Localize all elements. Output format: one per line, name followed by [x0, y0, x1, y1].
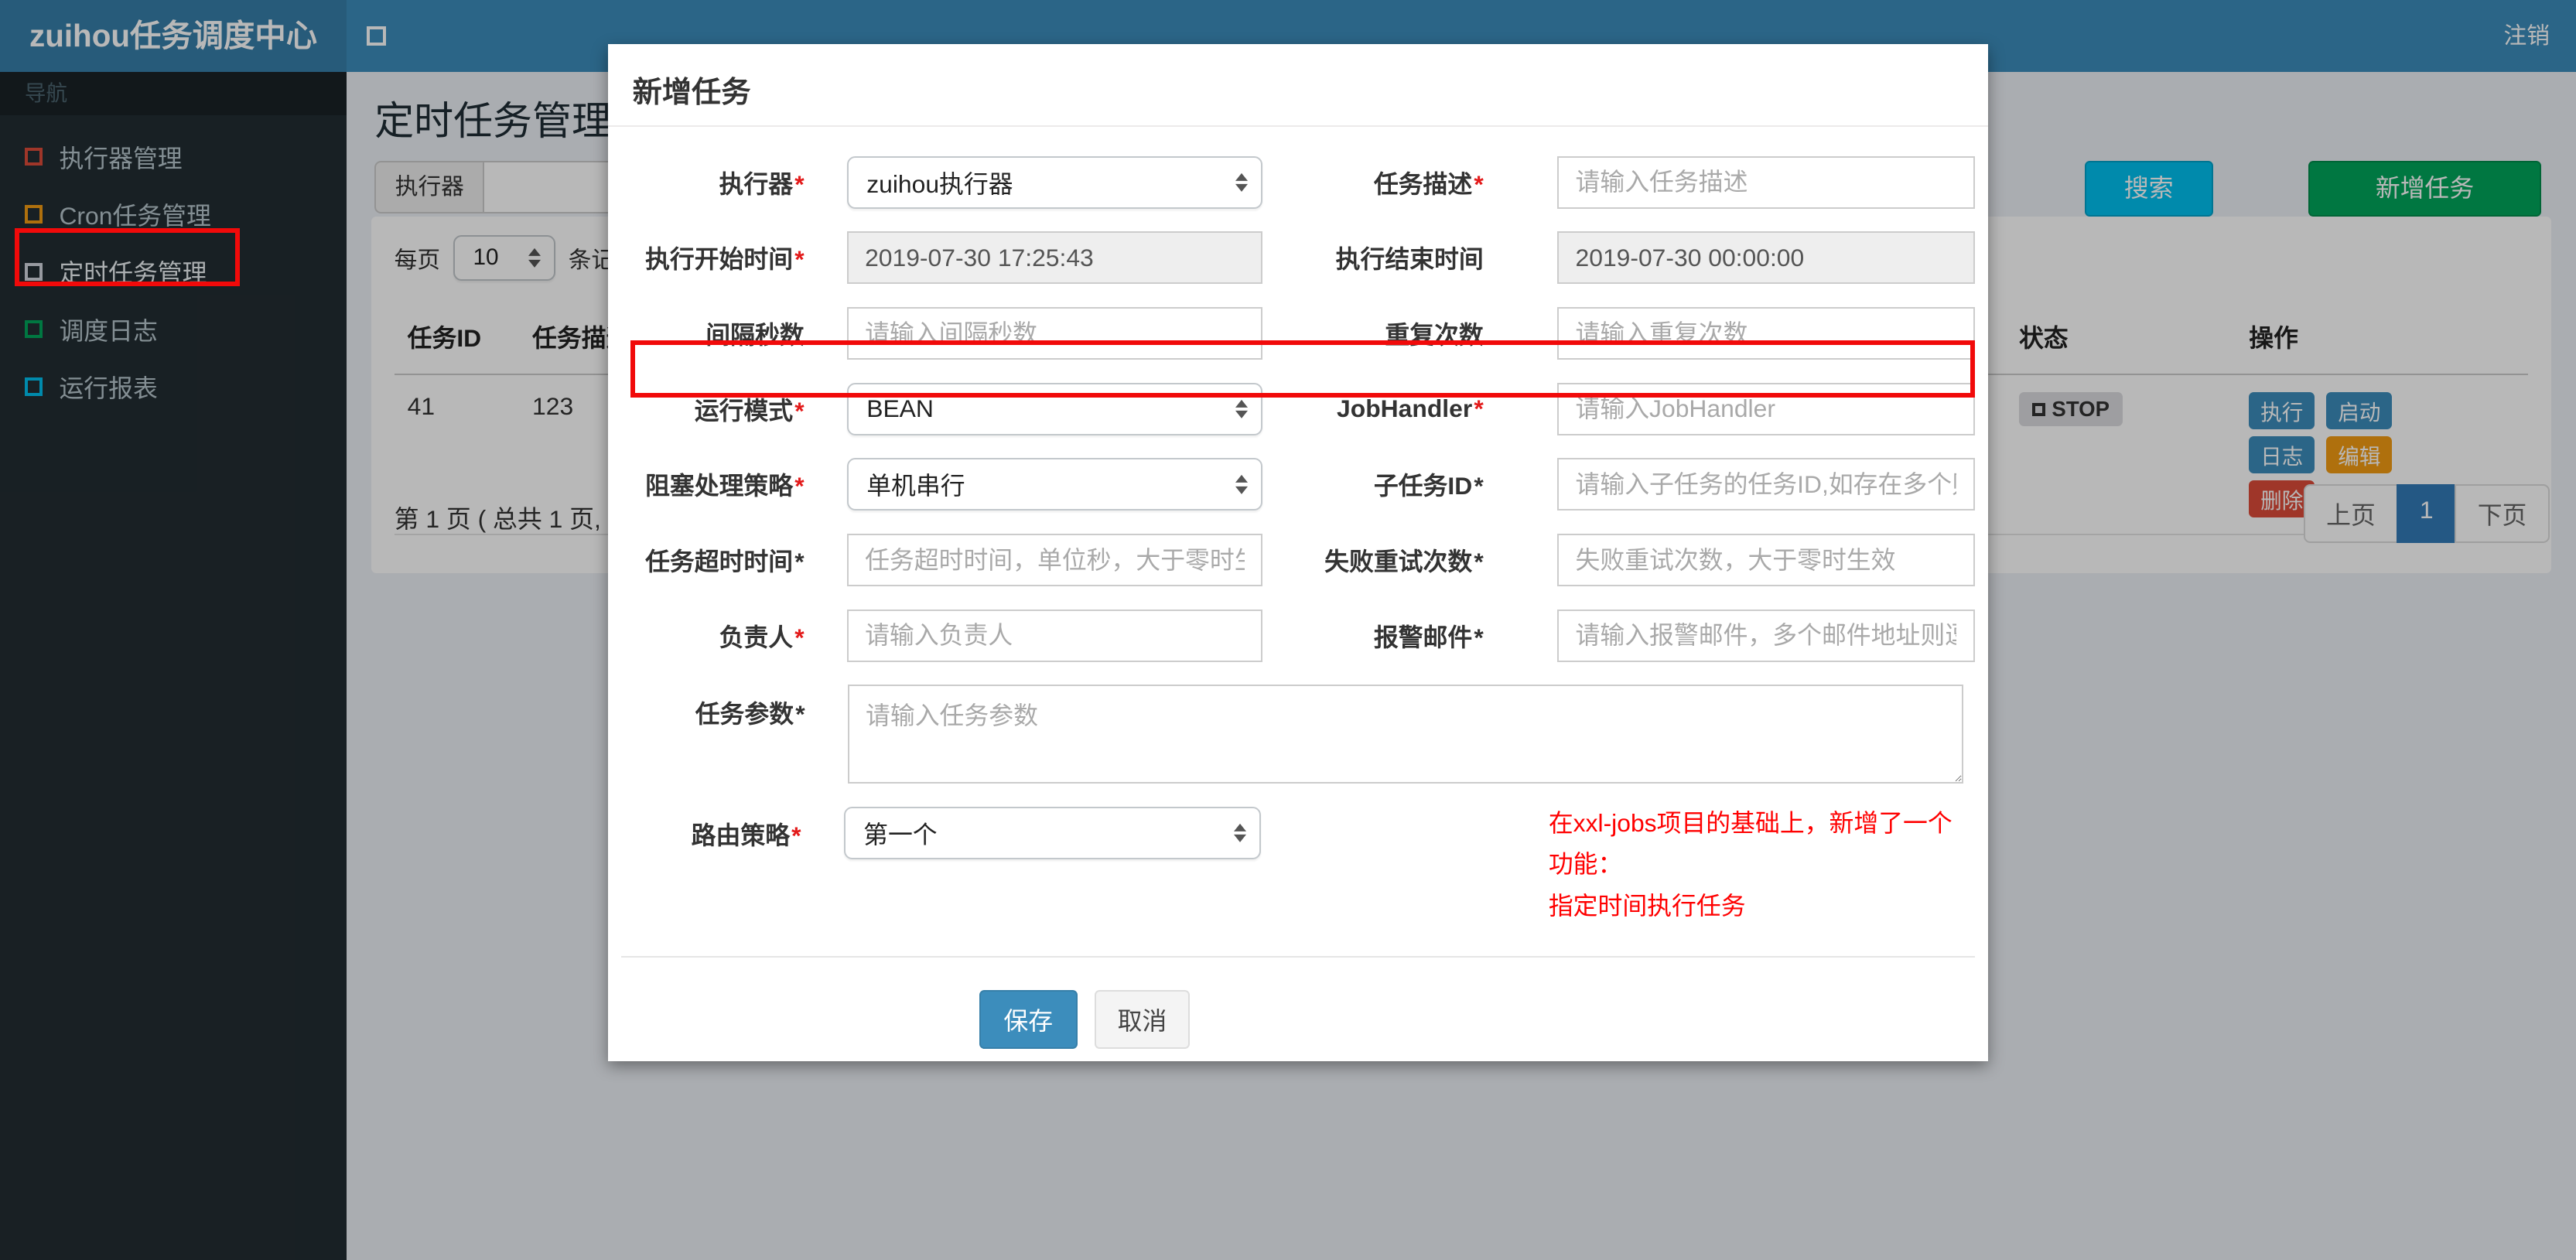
select-arrows-icon	[1235, 400, 1249, 418]
fail-retry-input[interactable]	[1557, 534, 1975, 587]
required-asterisk: *	[1474, 548, 1484, 576]
required-asterisk: *	[795, 700, 805, 729]
alarm-email-label: 报警邮件 *	[1373, 623, 1484, 651]
select-arrows-icon	[1235, 475, 1249, 493]
required-asterisk: *	[794, 245, 805, 274]
fail-retry-label: 失败重试次数 *	[1324, 548, 1484, 576]
task-desc-input[interactable]	[1557, 155, 1975, 209]
owner-input[interactable]	[846, 609, 1263, 662]
required-asterisk: *	[1474, 394, 1484, 423]
cancel-button[interactable]: 取消	[1095, 990, 1190, 1049]
required-asterisk: *	[794, 548, 805, 576]
owner-label: 负责人 *	[719, 623, 805, 651]
select-arrows-icon	[1235, 173, 1249, 192]
route-strategy-select[interactable]: 第一个	[843, 806, 1262, 859]
required-asterisk: *	[794, 623, 805, 651]
modal-footer: 保存 取消	[621, 958, 1975, 1049]
end-time-label: 执行结束时间	[1335, 245, 1484, 274]
jobhandler-label: JobHandler *	[1337, 394, 1484, 423]
modal-header: 新增任务	[607, 44, 1988, 127]
add-task-modal: 新增任务 执行器* zuihou执行器 任务描述* 执行开始时间* 执行结束时间…	[607, 44, 1988, 1061]
required-asterisk: *	[1474, 169, 1484, 198]
modal-title: 新增任务	[632, 76, 751, 110]
task-param-label: 任务参数 *	[695, 700, 805, 729]
select-arrows-icon	[1234, 823, 1247, 842]
timeout-input[interactable]	[846, 534, 1263, 587]
jobhandler-input[interactable]	[1557, 382, 1975, 435]
interval-label: 间隔秒数	[705, 321, 805, 350]
required-asterisk: *	[794, 472, 805, 500]
executor-label: 执行器 *	[719, 169, 805, 198]
executor-select[interactable]: zuihou执行器	[846, 155, 1263, 209]
feature-note: 在xxl-jobs项目的基础上，新增了一个功能： 指定时间执行任务	[1549, 803, 1975, 926]
end-time-input[interactable]	[1557, 231, 1975, 285]
required-asterisk: *	[794, 396, 805, 425]
modal-body: 执行器* zuihou执行器 任务描述* 执行开始时间* 执行结束时间 间隔秒数…	[608, 127, 1988, 1049]
repeat-count-input[interactable]	[1557, 307, 1975, 360]
interval-input[interactable]	[846, 307, 1263, 360]
timeout-label: 任务超时时间 *	[645, 548, 805, 576]
feature-note-line2: 指定时间执行任务	[1548, 891, 1746, 920]
repeat-count-label: 重复次数	[1385, 321, 1484, 350]
required-asterisk: *	[1474, 472, 1484, 500]
feature-note-line1: 在xxl-jobs项目的基础上，新增了一个功能：	[1548, 809, 1952, 879]
required-asterisk: *	[1474, 623, 1484, 651]
block-strategy-label: 阻塞处理策略 *	[645, 472, 805, 500]
run-mode-label: 运行模式 *	[694, 396, 805, 425]
block-strategy-select[interactable]: 单机串行	[846, 458, 1263, 511]
start-time-input[interactable]	[846, 231, 1263, 285]
alarm-email-input[interactable]	[1557, 609, 1975, 662]
child-task-id-input[interactable]	[1557, 458, 1975, 511]
required-asterisk: *	[791, 821, 801, 850]
start-time-label: 执行开始时间 *	[645, 245, 805, 274]
save-button[interactable]: 保存	[979, 990, 1078, 1049]
run-mode-select[interactable]: BEAN	[846, 382, 1263, 435]
task-desc-label: 任务描述 *	[1373, 169, 1484, 198]
required-asterisk: *	[794, 169, 805, 198]
child-task-id-label: 子任务ID *	[1373, 472, 1484, 500]
task-param-textarea[interactable]	[847, 685, 1963, 784]
route-strategy-label: 路由策略 *	[691, 821, 801, 850]
